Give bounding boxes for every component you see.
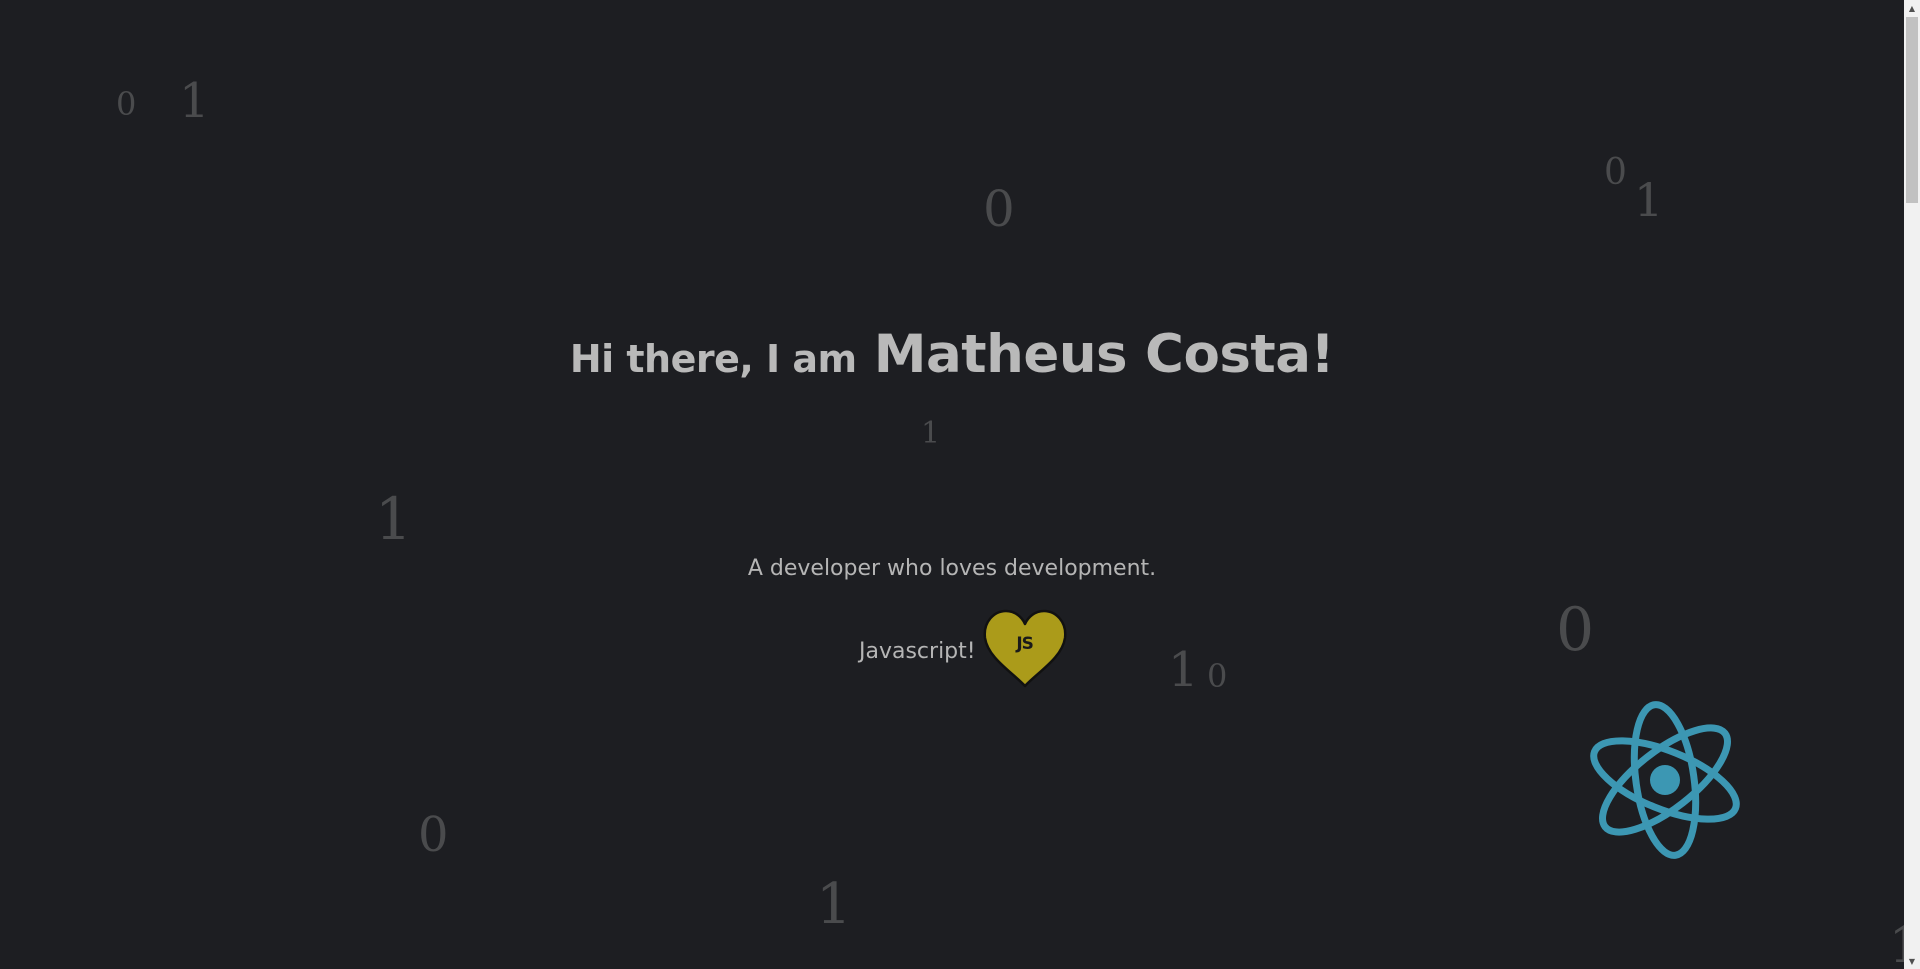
binary-digit: 0 [1556, 595, 1595, 665]
binary-digit: 1 [1168, 642, 1199, 698]
heart-icon: JS [982, 608, 1068, 690]
scrollbar-thumb[interactable] [1906, 17, 1918, 203]
page: 0 1 0 0 1 1 1 0 1 0 0 1 1 Hi there, I am… [0, 0, 1920, 969]
binary-digit: 0 [983, 180, 1015, 238]
hero-greeting: Hi there, I am [569, 337, 857, 381]
binary-digit: 1 [375, 485, 412, 553]
binary-digit: 0 [116, 85, 137, 123]
favorite-language-row: Javascript! JS [859, 606, 1068, 692]
binary-digit: 0 [1604, 152, 1627, 193]
hero-name: Matheus Costa! [873, 324, 1335, 385]
binary-digit: 1 [921, 416, 941, 451]
binary-digit: 1 [816, 872, 852, 937]
react-atom-icon [1585, 697, 1745, 863]
binary-digit: 0 [418, 807, 449, 863]
hero-headline: Hi there, I am Matheus Costa! [0, 324, 1904, 385]
binary-digit: 1 [179, 73, 210, 129]
scroll-down-arrow-icon[interactable]: ▼ [1904, 953, 1920, 969]
hero-tagline: A developer who loves development. [747, 556, 1157, 581]
favorite-language-label: Javascript! [859, 638, 976, 664]
heart-badge-text: JS [1016, 634, 1034, 654]
binary-digit: 1 [1634, 173, 1664, 227]
vertical-scrollbar[interactable]: ▲ ▼ [1904, 0, 1920, 969]
binary-digit: 0 [1207, 657, 1228, 695]
scroll-up-arrow-icon[interactable]: ▲ [1904, 0, 1920, 16]
